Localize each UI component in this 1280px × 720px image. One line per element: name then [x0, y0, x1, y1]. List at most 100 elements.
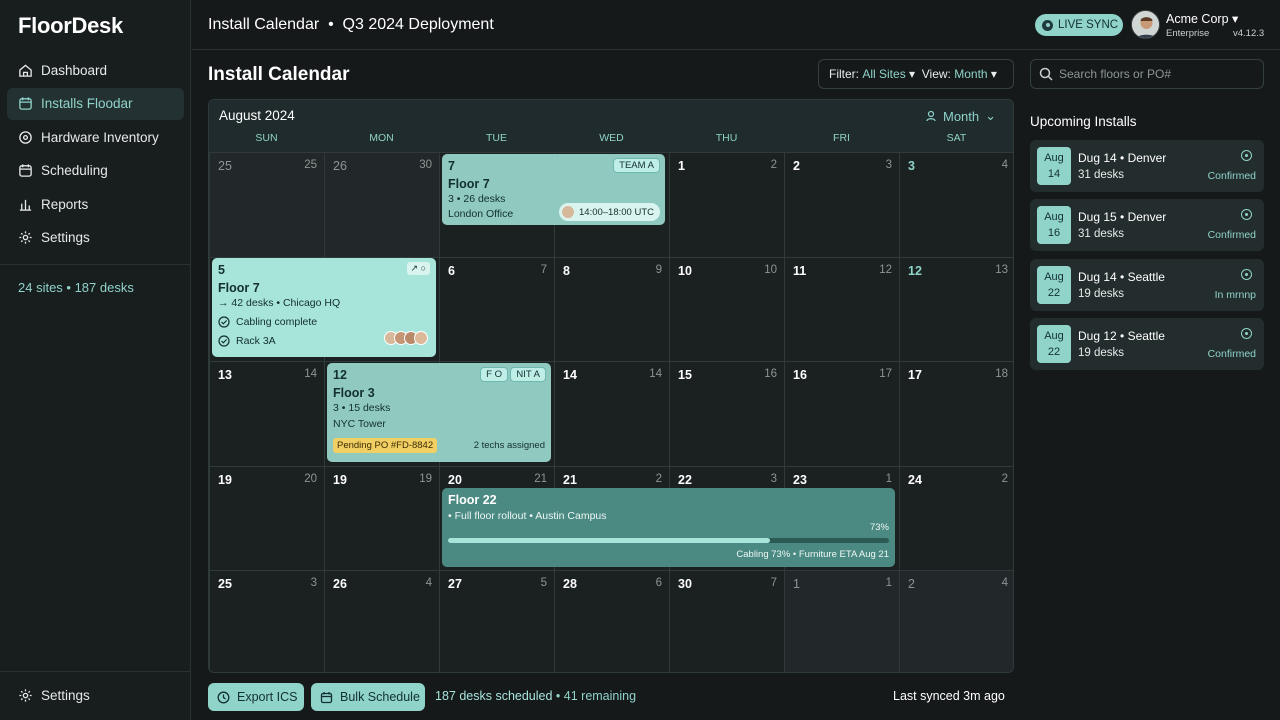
day-number: 23 [793, 472, 807, 487]
calendar-day-cell[interactable]: 23 [784, 152, 899, 257]
event-card-chicago[interactable]: 5 ↗ ○ Floor 7 → 42 desks • Chicago HQ Ca… [212, 258, 436, 357]
upcoming-desks: 19 desks [1078, 288, 1125, 300]
calendar-day-cell[interactable]: 19 20 [209, 465, 324, 570]
calendar-day-cell[interactable]: 24 2 [899, 465, 1013, 570]
status-icon [1241, 150, 1252, 161]
upcoming-month: Aug [1044, 330, 1064, 342]
assignee-avatar [414, 331, 428, 345]
calendar-day-cell[interactable]: 19 19 [324, 465, 439, 570]
filter-view-control[interactable]: Filter: All Sites ▾ View: Month ▾ [818, 59, 1014, 89]
sidebar-item-installs[interactable]: Installs Floodar [7, 87, 184, 120]
sidebar-item-dashboard[interactable]: Dashboard [7, 54, 184, 86]
event-time: 14:00–18:00 UTC [579, 206, 654, 218]
calendar-view-switch[interactable]: Month ⌄ [925, 108, 996, 124]
status-icon [1241, 209, 1252, 220]
upcoming-item[interactable]: Aug 16 Dug 15 • Denver 31 desks Confirmed [1030, 199, 1264, 251]
sidebar-item-label: Dashboard [41, 62, 108, 78]
calendar-day-cell[interactable]: 13 14 [209, 361, 324, 466]
desks-remaining: • 41 remaining [552, 689, 637, 703]
home-icon [19, 63, 32, 77]
upcoming-day: 16 [1047, 227, 1061, 239]
progress-note: Cabling 73% • Furniture ETA Aug 21 [736, 549, 889, 560]
calendar-day-cell[interactable]: 25 25 [209, 152, 324, 257]
view-value[interactable]: Month [954, 67, 987, 81]
upcoming-month: Aug [1044, 152, 1064, 164]
event-card-austin[interactable]: Floor 22 • Full floor rollout • Austin C… [442, 488, 895, 567]
day-number: 30 [678, 577, 692, 591]
progress-track [448, 538, 889, 543]
day-install-count: 7 [770, 577, 777, 589]
upcoming-day: 22 [1047, 287, 1061, 299]
desks-scheduled: 187 desks scheduled [435, 689, 553, 703]
event-date: 12 [333, 368, 347, 382]
event-actions[interactable]: ↗ ○ [406, 262, 430, 275]
day-number: 16 [793, 368, 807, 382]
bulk-schedule-button[interactable]: Bulk Schedule [311, 683, 425, 711]
weekday-label: THU [715, 132, 738, 144]
calendar-day-cell[interactable]: 16 17 [784, 361, 899, 466]
calendar-day-cell[interactable]: 30 7 [669, 570, 784, 672]
calendar-day-cell[interactable]: 34 [899, 152, 1013, 257]
calendar-day-cell[interactable]: 12 13 [899, 256, 1013, 361]
day-number: 10 [678, 263, 692, 278]
sidebar-item-bottom-settings[interactable]: Settings [7, 679, 184, 711]
filter-value[interactable]: All Sites [862, 67, 905, 81]
avatar[interactable] [1131, 10, 1160, 39]
calendar-day-cell[interactable]: 14 14 [554, 361, 669, 466]
search-box[interactable] [1030, 59, 1264, 89]
weekday-label: WED [599, 132, 624, 144]
day-number: 3 [908, 159, 915, 173]
search-input[interactable] [1059, 67, 1249, 81]
check-circle-icon [218, 316, 230, 328]
upcoming-item[interactable]: Aug 22 Dug 12 • Seattle 19 desks Confirme… [1030, 318, 1264, 370]
day-install-count: 30 [419, 159, 432, 171]
sidebar-item-label: Scheduling [41, 163, 108, 179]
status-icon [1241, 328, 1252, 339]
event-title: Floor 7 [448, 177, 490, 191]
calendar-day-cell[interactable]: 27 5 [439, 570, 554, 672]
export-ics-button[interactable]: Export ICS [208, 683, 304, 711]
calendar-day-cell[interactable]: 25 3 [209, 570, 324, 672]
upcoming-item[interactable]: Aug 22 Dug 14 • Seattle 19 desks In mrnnp [1030, 259, 1264, 311]
live-sync-badge[interactable]: LIVE SYNC [1035, 14, 1123, 36]
sidebar-item-reports[interactable]: Reports [7, 188, 184, 220]
org-switcher[interactable]: Acme Corp ▾ [1166, 11, 1238, 26]
day-install-count: 2 [770, 159, 777, 171]
calendar-day-cell[interactable]: 28 6 [554, 570, 669, 672]
upcoming-item[interactable]: Aug 14 Dug 14 • Denver 31 desks Confirmed [1030, 140, 1264, 192]
sidebar-item-settings[interactable]: Settings [7, 222, 184, 254]
upcoming-name: Dug 14 • Denver [1078, 151, 1167, 165]
calendar-day-cell[interactable]: 11 12 [784, 256, 899, 361]
calendar-day-cell[interactable]: 15 16 [669, 361, 784, 466]
pending-po-badge: Pending PO #FD-8842 [333, 438, 438, 453]
calendar-day-cell[interactable]: 67 [439, 256, 554, 361]
calendar-day-cell[interactable]: 17 18 [899, 361, 1013, 466]
day-number: 17 [908, 368, 922, 382]
event-card-london[interactable]: 7 TEAM A Floor 7 3 • 26 desks London Off… [442, 154, 665, 225]
calendar-day-cell[interactable]: 26 30 [324, 152, 439, 257]
calendar-day-cell[interactable]: 10 10 [669, 256, 784, 361]
day-install-count: 14 [304, 368, 317, 380]
checklist-item: Cabling complete [218, 316, 317, 328]
sidebar-item-scheduling[interactable]: Scheduling [7, 155, 184, 187]
calendar-day-cell[interactable]: 24 [899, 570, 1013, 672]
day-install-count: 18 [995, 368, 1008, 380]
calendar-day-cell[interactable]: 89 [554, 256, 669, 361]
calendar-day-cell[interactable]: 11 [784, 570, 899, 672]
calendar-icon [19, 164, 32, 178]
calendar-icon [19, 97, 32, 110]
event-location: London Office [448, 208, 514, 220]
sidebar-item-hardware[interactable]: Hardware Inventory [7, 121, 184, 153]
calendar-day-cell[interactable]: 26 4 [324, 570, 439, 672]
day-install-count: 19 [419, 472, 432, 485]
event-date: 7 [448, 159, 455, 173]
upcoming-day: 14 [1047, 168, 1061, 180]
event-title: Floor 7 [218, 281, 260, 295]
weekday-label: SAT [946, 132, 967, 144]
calendar-day-cell[interactable]: 12 [669, 152, 784, 257]
day-number: 19 [218, 472, 232, 487]
calendar-month-title: August 2024 [219, 108, 295, 123]
upcoming-status: In mrnnp [1214, 289, 1256, 301]
event-card-nyc[interactable]: 12 F O NIT A Floor 3 3 • 15 desks NYC To… [327, 363, 551, 462]
chevron-down-icon: ▾ [905, 67, 922, 81]
